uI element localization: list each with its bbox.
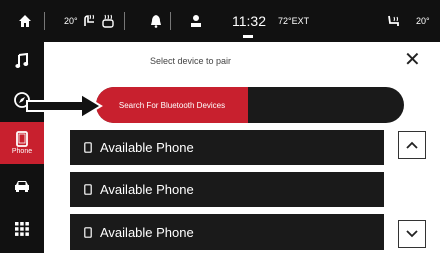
chevron-up-icon	[406, 141, 418, 149]
search-bluetooth-button[interactable]: Search For Bluetooth Devices	[96, 87, 248, 123]
divider	[44, 12, 45, 30]
device-list-item[interactable]: Available Phone	[70, 172, 384, 207]
chevron-down-icon	[406, 230, 418, 238]
phone-icon	[16, 131, 28, 147]
temp-ext: 72°EXT	[278, 16, 310, 26]
pointer-arrow-icon	[26, 92, 103, 120]
sidebar-item-music[interactable]	[0, 42, 44, 80]
profile-button[interactable]	[190, 0, 202, 42]
device-list-item[interactable]: Available Phone	[70, 130, 384, 165]
fan-control[interactable]	[82, 0, 98, 42]
seat-icon	[388, 15, 399, 26]
scroll-down-button[interactable]	[398, 220, 426, 248]
device-label: Available Phone	[100, 140, 194, 155]
phone-icon	[84, 226, 92, 238]
phone-icon	[84, 184, 92, 195]
temp-right: 20°	[416, 16, 430, 26]
scroll-up-button[interactable]	[398, 131, 426, 159]
sidebar-item-apps[interactable]	[0, 208, 44, 250]
dialog-title: Select device to pair	[150, 56, 232, 66]
notifications-button[interactable]	[150, 0, 162, 42]
phone-icon	[84, 142, 92, 153]
apps-grid-icon	[15, 222, 29, 236]
seat-control[interactable]	[385, 0, 401, 42]
home-icon	[19, 15, 31, 27]
divider	[124, 12, 125, 30]
user-icon	[191, 15, 201, 27]
defrost-control[interactable]	[100, 0, 116, 42]
seat-heat-icon	[84, 14, 94, 26]
close-button[interactable]: ✕	[404, 50, 421, 70]
music-note-icon	[15, 53, 29, 68]
divider	[170, 12, 171, 30]
status-bar: 20° 11:32 72°EXT 20°	[0, 0, 440, 42]
sidebar-item-phone[interactable]: Phone	[0, 122, 44, 164]
device-list-item[interactable]: Available Phone	[70, 214, 384, 250]
device-label: Available Phone	[100, 182, 194, 197]
bell-icon	[151, 15, 161, 28]
temp-left: 20°	[64, 16, 78, 26]
car-icon	[15, 181, 29, 192]
clock-indicator	[243, 35, 253, 38]
steering-heat-icon	[102, 14, 114, 28]
sidebar-item-vehicle[interactable]	[0, 166, 44, 206]
home-button[interactable]	[18, 0, 32, 42]
sidebar-item-label: Phone	[11, 148, 33, 155]
device-label: Available Phone	[100, 224, 194, 240]
sidebar: Phone	[0, 42, 44, 253]
search-bar: Search For Bluetooth Devices	[96, 87, 404, 123]
